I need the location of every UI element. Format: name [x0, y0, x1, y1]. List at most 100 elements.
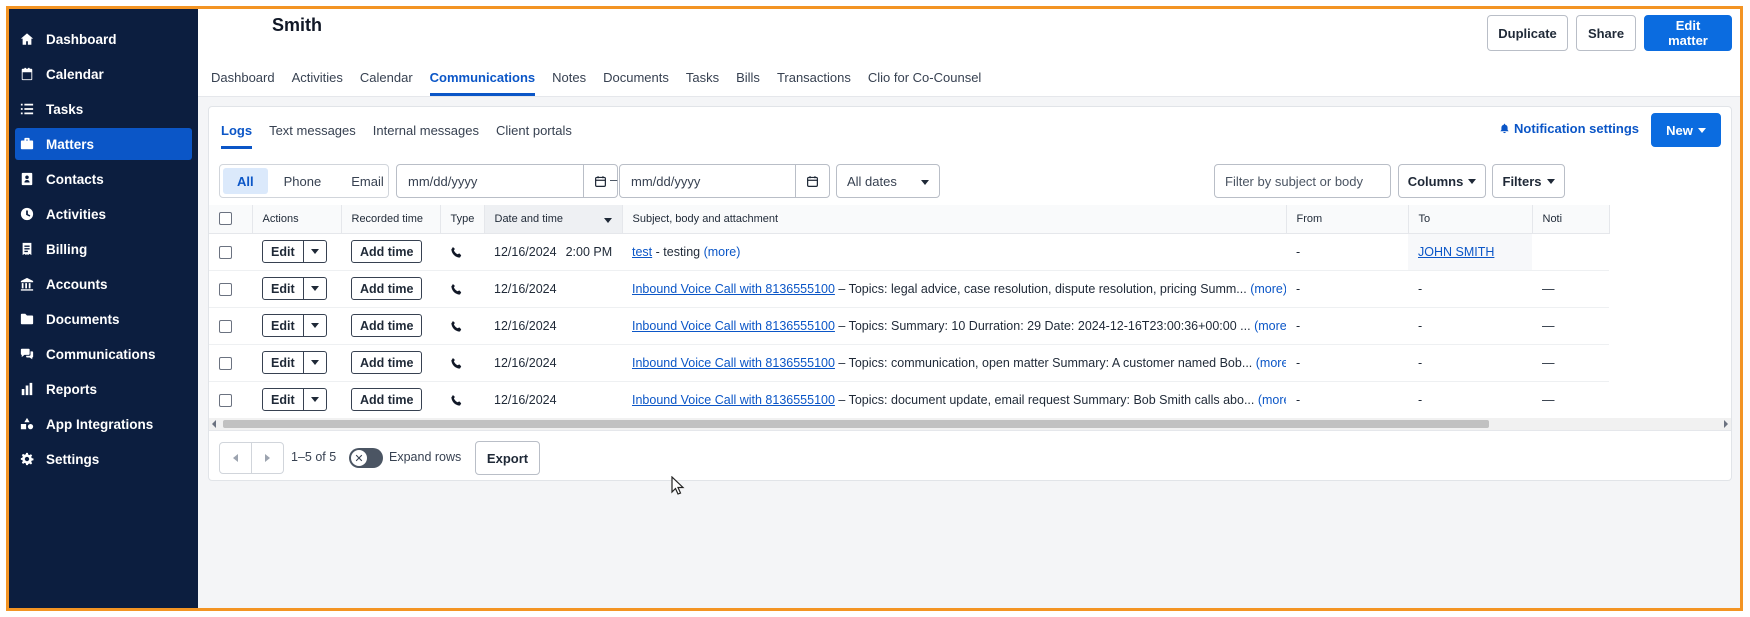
previous-page-button[interactable]	[220, 443, 251, 473]
edit-button[interactable]: Edit	[263, 389, 304, 410]
tab-communications[interactable]: Communications	[429, 59, 536, 96]
add-time-button[interactable]: Add time	[351, 314, 423, 337]
edit-dropdown-button[interactable]	[304, 241, 326, 262]
actions-cell: Edit	[252, 344, 341, 382]
tab-tasks[interactable]: Tasks	[686, 59, 719, 96]
subject-link[interactable]: Inbound Voice Call with 8136555100	[632, 282, 835, 296]
tab-dashboard[interactable]: Dashboard	[211, 59, 275, 96]
close-icon: ✕	[351, 450, 367, 466]
sidebar-item-calendar[interactable]: Calendar	[15, 58, 192, 90]
edit-button[interactable]: Edit	[263, 352, 304, 373]
sidebar-item-billing[interactable]: Billing	[15, 233, 192, 265]
date-time-cell: 12/16/2024	[484, 344, 622, 382]
segment-all[interactable]: All	[223, 168, 268, 194]
sidebar-item-contacts[interactable]: Contacts	[15, 163, 192, 195]
subtab-internal-messages[interactable]: Internal messages	[373, 107, 479, 153]
sidebar-item-settings[interactable]: Settings	[15, 443, 192, 475]
expand-rows-toggle[interactable]: ✕	[349, 448, 383, 468]
sidebar-item-tasks[interactable]: Tasks	[15, 93, 192, 125]
sidebar-item-activities[interactable]: Activities	[15, 198, 192, 230]
table-row[interactable]: Edit Add time 12/16/2024 2:00 PM test - test…	[209, 233, 1609, 271]
subject-link[interactable]: Inbound Voice Call with 8136555100	[632, 356, 835, 370]
filters-button[interactable]: Filters	[1492, 164, 1565, 198]
add-time-button[interactable]: Add time	[351, 277, 423, 300]
edit-dropdown-button[interactable]	[304, 352, 326, 373]
more-link[interactable]: (more)	[1254, 319, 1286, 333]
filter-search-input[interactable]	[1214, 164, 1391, 198]
edit-dropdown-button[interactable]	[304, 278, 326, 299]
edit-button[interactable]: Edit	[263, 278, 304, 299]
subtab-logs[interactable]: Logs	[221, 107, 253, 153]
subject-cell: test - testing (more)	[622, 233, 1286, 271]
date-text: 12/16/2024	[494, 281, 557, 296]
add-time-button[interactable]: Add time	[351, 351, 423, 374]
sidebar-item-label: Activities	[46, 206, 107, 222]
tab-bills[interactable]: Bills	[736, 59, 760, 96]
tab-documents[interactable]: Documents	[603, 59, 669, 96]
date-from-field[interactable]: mm/dd/yyyy	[396, 164, 618, 198]
subject-link[interactable]: Inbound Voice Call with 8136555100	[632, 393, 835, 407]
next-page-button[interactable]	[251, 443, 283, 473]
subject-link[interactable]: test	[632, 245, 652, 259]
edit-button[interactable]: Edit	[263, 241, 304, 262]
table-row[interactable]: Edit Add time 12/16/2024 Inbound Voice Call…	[209, 344, 1609, 382]
edit-dropdown-button[interactable]	[304, 315, 326, 336]
to-contact-link[interactable]: JOHN SMITH	[1418, 245, 1494, 259]
sidebar-item-documents[interactable]: Documents	[15, 303, 192, 335]
add-time-button[interactable]: Add time	[351, 388, 423, 411]
sidebar-item-reports[interactable]: Reports	[15, 373, 192, 405]
row-checkbox[interactable]	[219, 245, 232, 259]
date-to-field[interactable]: mm/dd/yyyy	[619, 164, 830, 198]
columns-button[interactable]: Columns	[1398, 164, 1486, 198]
table-row[interactable]: Edit Add time 12/16/2024 Inbound Voice Call…	[209, 307, 1609, 345]
subject-cell: Inbound Voice Call with 8136555100 – Top…	[622, 381, 1286, 419]
edit-matter-button[interactable]: Edit matter	[1644, 15, 1732, 51]
share-button[interactable]: Share	[1576, 15, 1636, 51]
segment-email[interactable]: Email	[337, 168, 398, 194]
sidebar-item-dashboard[interactable]: Dashboard	[15, 23, 192, 55]
from-cell: -	[1286, 233, 1408, 271]
calendar-icon[interactable]	[795, 165, 829, 197]
row-checkbox[interactable]	[219, 393, 232, 407]
notification-settings-link[interactable]: Notification settings	[1499, 121, 1639, 136]
row-checkbox[interactable]	[219, 356, 232, 370]
edit-button[interactable]: Edit	[263, 315, 304, 336]
segment-phone[interactable]: Phone	[270, 168, 336, 194]
table-row[interactable]: Edit Add time 12/16/2024 Inbound Voice Call…	[209, 381, 1609, 419]
edit-dropdown-button[interactable]	[304, 389, 326, 410]
more-link[interactable]: (more)	[1250, 282, 1286, 296]
new-button[interactable]: New	[1651, 113, 1721, 147]
sidebar-item-communications[interactable]: Communications	[15, 338, 192, 370]
tab-clio-for-co-counsel[interactable]: Clio for Co-Counsel	[868, 59, 981, 96]
row-checkbox[interactable]	[219, 319, 232, 333]
duplicate-button[interactable]: Duplicate	[1487, 15, 1568, 51]
tab-notes[interactable]: Notes	[552, 59, 586, 96]
date-range-select[interactable]: All dates	[836, 164, 940, 198]
subtab-client-portals[interactable]: Client portals	[496, 107, 572, 153]
edit-split-button: Edit	[262, 314, 327, 337]
sidebar-item-app-integrations[interactable]: App Integrations	[15, 408, 192, 440]
row-checkbox[interactable]	[219, 282, 232, 296]
notification-cell: —	[1532, 344, 1609, 382]
more-link[interactable]: (more)	[1258, 393, 1286, 407]
type-segmented-control: All Phone Email	[219, 164, 389, 198]
subject-link[interactable]: Inbound Voice Call with 8136555100	[632, 319, 835, 333]
more-link[interactable]: (more)	[1256, 356, 1286, 370]
select-all-checkbox[interactable]	[219, 212, 232, 226]
tab-calendar[interactable]: Calendar	[360, 59, 413, 96]
recorded-time-cell: Add time	[341, 233, 440, 271]
subtab-text-messages[interactable]: Text messages	[269, 107, 356, 153]
sidebar-item-matters[interactable]: Matters	[15, 128, 192, 160]
scrollbar-thumb[interactable]	[223, 420, 1489, 428]
column-header-date-and-time[interactable]: Date and time	[484, 205, 623, 234]
sidebar-item-accounts[interactable]: Accounts	[15, 268, 192, 300]
horizontal-scrollbar[interactable]	[209, 418, 1731, 430]
more-link[interactable]: (more)	[704, 245, 741, 259]
scroll-left-icon[interactable]	[212, 420, 216, 428]
add-time-button[interactable]: Add time	[351, 240, 423, 263]
scroll-right-icon[interactable]	[1724, 420, 1728, 428]
tab-activities[interactable]: Activities	[292, 59, 343, 96]
tab-transactions[interactable]: Transactions	[777, 59, 851, 96]
table-row[interactable]: Edit Add time 12/16/2024 Inbound Voice Call…	[209, 270, 1609, 308]
export-button[interactable]: Export	[475, 441, 540, 475]
